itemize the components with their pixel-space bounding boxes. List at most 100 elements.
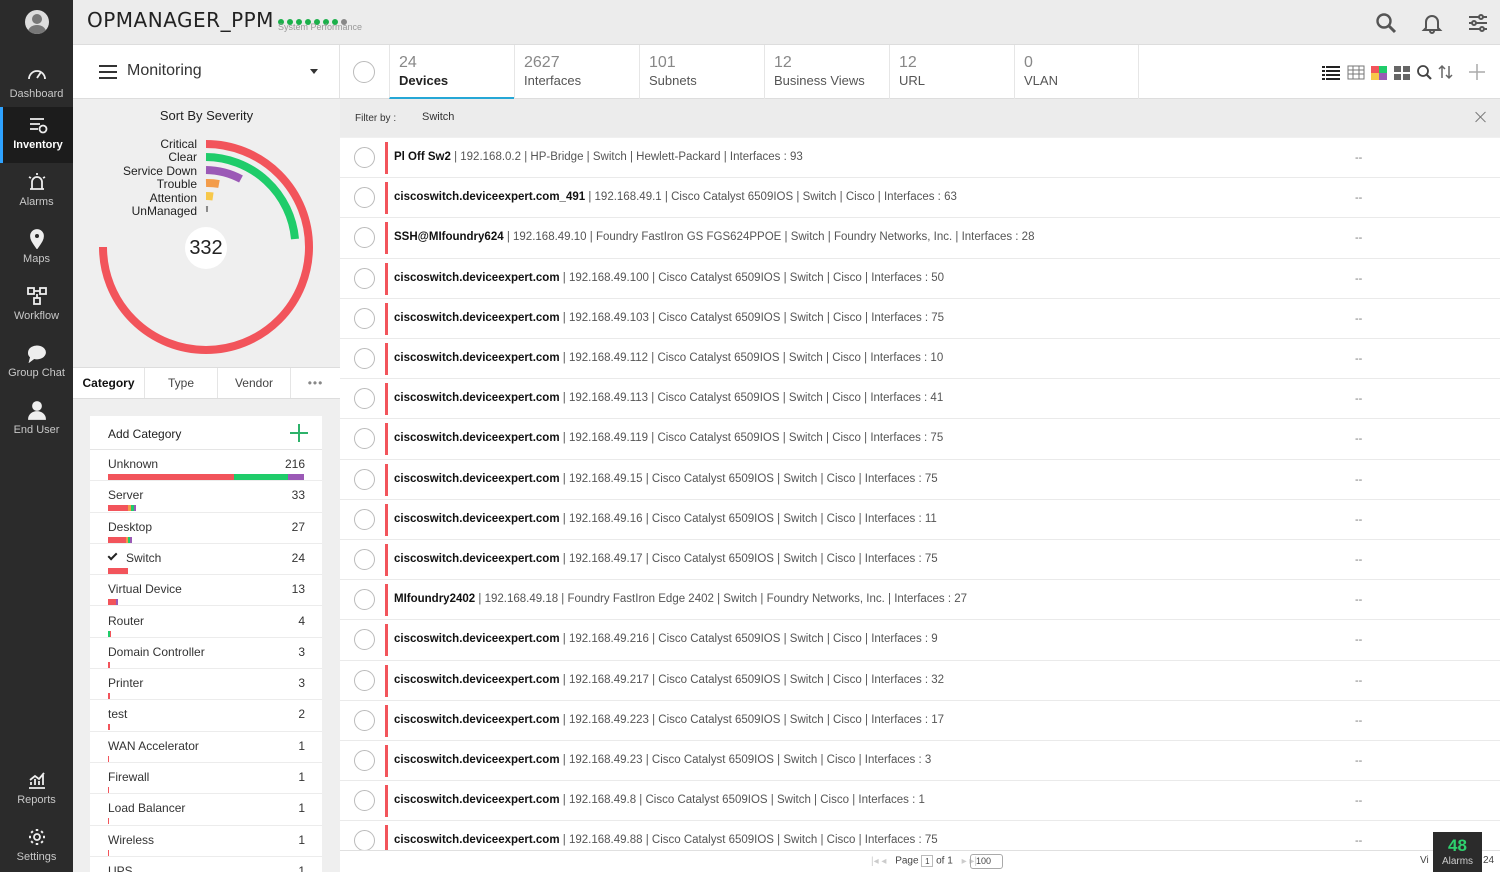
tab-business-views[interactable]: 12 Business Views — [764, 45, 889, 99]
tab-category[interactable]: Category — [73, 368, 145, 398]
device-name-link[interactable]: ciscoswitch.deviceexpert.com — [394, 473, 560, 485]
tab-vlan[interactable]: 0 VLAN — [1014, 45, 1139, 99]
device-row[interactable]: ciscoswitch.deviceexpert.com | 192.168.4… — [340, 741, 1500, 782]
page-input[interactable]: 1 — [921, 855, 934, 867]
nav-dashboard[interactable]: Dashboard — [0, 56, 73, 112]
device-name-link[interactable]: Pl Off Sw2 — [394, 151, 451, 163]
nav-alarms[interactable]: Alarms — [0, 164, 73, 220]
sort-icon[interactable] — [1437, 64, 1455, 80]
device-row[interactable]: ciscoswitch.deviceexpert.com | 192.168.4… — [340, 821, 1500, 850]
device-row[interactable]: SSH@MIfoundry624 | 192.168.49.10 | Found… — [340, 218, 1500, 259]
device-name-link[interactable]: MIfoundry2402 — [394, 593, 475, 605]
list-view-icon[interactable] — [1322, 64, 1340, 80]
device-name-link[interactable]: ciscoswitch.deviceexpert.com — [394, 553, 560, 565]
ring-attention[interactable] — [205, 192, 214, 201]
tab-url[interactable]: 12 URL — [889, 45, 1014, 99]
search-icon[interactable] — [1375, 12, 1397, 34]
device-row[interactable]: ciscoswitch.deviceexpert.com | 192.168.4… — [340, 620, 1500, 661]
device-select-radio[interactable] — [354, 669, 375, 691]
nav-group-chat[interactable]: Group Chat — [0, 335, 73, 391]
device-row[interactable]: ciscoswitch.deviceexpert.com | 192.168.4… — [340, 379, 1500, 420]
category-row[interactable]: Firewall 1 — [90, 763, 322, 795]
add-category-row[interactable]: Add Category — [90, 416, 322, 450]
device-name-link[interactable]: ciscoswitch.deviceexpert.com — [394, 674, 560, 686]
page-size-select[interactable]: 100 ▴▾ — [970, 854, 1003, 872]
device-name-link[interactable]: ciscoswitch.deviceexpert.com — [394, 432, 560, 444]
hamburger-menu-icon[interactable] — [99, 65, 117, 79]
nav-settings[interactable]: Settings — [0, 819, 73, 872]
close-filter-icon[interactable] — [1475, 111, 1487, 123]
tab-subnets[interactable]: 101 Subnets — [639, 45, 764, 99]
device-select-radio[interactable] — [354, 549, 375, 570]
category-row[interactable]: Virtual Device 13 — [90, 575, 322, 607]
device-select-radio[interactable] — [354, 508, 375, 530]
device-row[interactable]: MIfoundry2402 | 192.168.49.18 | Foundry … — [340, 580, 1500, 621]
tab-vendor[interactable]: Vendor — [218, 368, 291, 398]
select-all-radio[interactable] — [353, 61, 375, 83]
category-row[interactable]: Domain Controller 3 — [90, 638, 322, 670]
category-row[interactable]: WAN Accelerator 1 — [90, 732, 322, 763]
category-row[interactable]: Unknown 216 — [90, 450, 322, 482]
tab-type[interactable]: Type — [145, 368, 218, 398]
device-select-radio[interactable] — [354, 790, 375, 812]
device-select-radio[interactable] — [354, 428, 375, 450]
category-row[interactable]: Switch 24 — [90, 544, 322, 576]
page-nav-prev-icons[interactable]: |◂ ◂ — [871, 856, 886, 867]
add-icon[interactable] — [1468, 64, 1486, 80]
device-row[interactable]: Pl Off Sw2 | 192.168.0.2 | HP-Bridge | S… — [340, 138, 1500, 179]
device-name-link[interactable]: ciscoswitch.deviceexpert.com — [394, 633, 560, 645]
device-name-link[interactable]: ciscoswitch.deviceexpert.com_491 — [394, 191, 585, 203]
device-select-radio[interactable] — [354, 348, 375, 369]
category-row[interactable]: Router 4 — [90, 607, 322, 638]
table-view-icon[interactable] — [1347, 64, 1365, 80]
alarms-badge[interactable]: 48 Alarms — [1433, 832, 1482, 872]
ring-trouble[interactable] — [205, 178, 220, 188]
device-row[interactable]: ciscoswitch.deviceexpert.com | 192.168.4… — [340, 661, 1500, 701]
bell-icon[interactable] — [1421, 12, 1443, 34]
device-name-link[interactable]: ciscoswitch.deviceexpert.com — [394, 352, 560, 364]
nav-maps[interactable]: Maps — [0, 221, 73, 277]
heatmap-view-icon[interactable] — [1370, 64, 1388, 80]
device-row[interactable]: ciscoswitch.deviceexpert.com | 192.168.4… — [340, 339, 1500, 380]
grid-view-icon[interactable] — [1393, 64, 1411, 80]
device-name-link[interactable]: ciscoswitch.deviceexpert.com — [394, 312, 560, 324]
device-name-link[interactable]: ciscoswitch.deviceexpert.com — [394, 513, 560, 525]
device-row[interactable]: ciscoswitch.deviceexpert.com | 192.168.4… — [340, 419, 1500, 460]
device-row[interactable]: ciscoswitch.deviceexpert.com_491 | 192.1… — [340, 178, 1500, 219]
device-select-radio[interactable] — [354, 750, 375, 771]
category-row[interactable]: UPS 1 — [90, 857, 322, 872]
device-name-link[interactable]: ciscoswitch.deviceexpert.com — [394, 272, 560, 284]
user-avatar[interactable] — [25, 10, 49, 34]
nav-reports[interactable]: Reports — [0, 762, 73, 818]
monitoring-dropdown[interactable]: Monitoring — [73, 45, 340, 99]
device-row[interactable]: ciscoswitch.deviceexpert.com | 192.168.4… — [340, 500, 1500, 540]
device-select-radio[interactable] — [354, 830, 375, 850]
device-select-radio[interactable] — [354, 388, 375, 410]
device-select-radio[interactable] — [354, 147, 375, 168]
nav-inventory[interactable]: Inventory — [0, 107, 73, 163]
category-row[interactable]: Server 33 — [90, 481, 322, 513]
device-name-link[interactable]: ciscoswitch.deviceexpert.com — [394, 834, 560, 846]
device-name-link[interactable]: ciscoswitch.deviceexpert.com — [394, 714, 560, 726]
device-select-radio[interactable] — [354, 589, 375, 611]
device-select-radio[interactable] — [354, 307, 375, 329]
more-options-button[interactable]: ••• — [291, 368, 340, 398]
search-icon[interactable] — [1416, 64, 1434, 80]
category-row[interactable]: test 2 — [90, 700, 322, 732]
device-row[interactable]: ciscoswitch.deviceexpert.com | 192.168.4… — [340, 259, 1500, 299]
settings-sliders-icon[interactable] — [1467, 12, 1489, 34]
device-name-link[interactable]: ciscoswitch.deviceexpert.com — [394, 392, 560, 404]
device-select-radio[interactable] — [354, 267, 375, 289]
device-name-link[interactable]: ciscoswitch.deviceexpert.com — [394, 794, 560, 806]
add-category-plus-icon[interactable] — [290, 424, 308, 442]
device-name-link[interactable]: ciscoswitch.deviceexpert.com — [394, 754, 560, 766]
ring-service-down[interactable] — [205, 166, 243, 183]
device-select-radio[interactable] — [354, 227, 375, 249]
nav-workflow[interactable]: Workflow — [0, 278, 73, 334]
category-row[interactable]: Wireless 1 — [90, 826, 322, 857]
tab-interfaces[interactable]: 2627 Interfaces — [514, 45, 639, 99]
device-select-radio[interactable] — [354, 629, 375, 651]
device-select-radio[interactable] — [354, 187, 375, 209]
category-row[interactable]: Desktop 27 — [90, 513, 322, 544]
category-row[interactable]: Load Balancer 1 — [90, 794, 322, 826]
